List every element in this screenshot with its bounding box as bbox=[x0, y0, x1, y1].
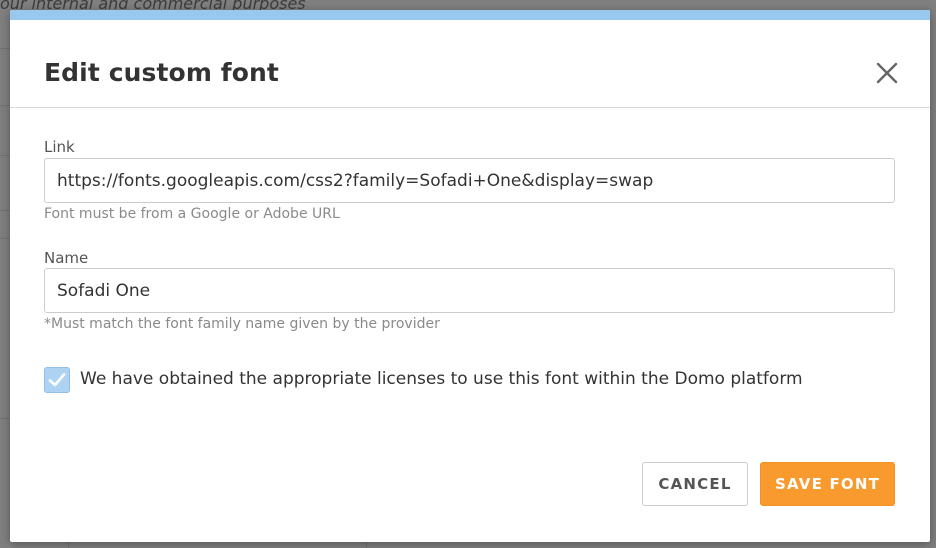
name-help-text: *Must match the font family name given b… bbox=[44, 316, 440, 332]
close-button[interactable] bbox=[874, 60, 900, 86]
edit-font-dialog: Edit custom font Link Font must be from … bbox=[10, 10, 930, 542]
background-divider bbox=[0, 155, 10, 156]
background-divider bbox=[0, 210, 10, 211]
name-label: Name bbox=[44, 249, 89, 267]
dialog-header: Edit custom font bbox=[10, 20, 930, 108]
checkmark-icon bbox=[48, 373, 66, 387]
dialog-top-bar bbox=[10, 10, 930, 20]
link-input[interactable] bbox=[44, 158, 895, 203]
close-icon bbox=[876, 62, 898, 84]
background-divider bbox=[0, 48, 10, 49]
name-input[interactable] bbox=[44, 268, 895, 313]
save-font-button[interactable]: SAVE FONT bbox=[760, 462, 895, 506]
cancel-button[interactable]: CANCEL bbox=[642, 462, 748, 506]
link-label: Link bbox=[44, 138, 75, 156]
link-help-text: Font must be from a Google or Adobe URL bbox=[44, 206, 340, 222]
dialog-title: Edit custom font bbox=[44, 58, 279, 87]
license-checkbox[interactable] bbox=[44, 367, 70, 393]
license-label: We have obtained the appropriate license… bbox=[80, 369, 803, 389]
background-divider bbox=[0, 105, 10, 106]
background-divider bbox=[0, 238, 10, 239]
background-divider bbox=[0, 418, 10, 419]
